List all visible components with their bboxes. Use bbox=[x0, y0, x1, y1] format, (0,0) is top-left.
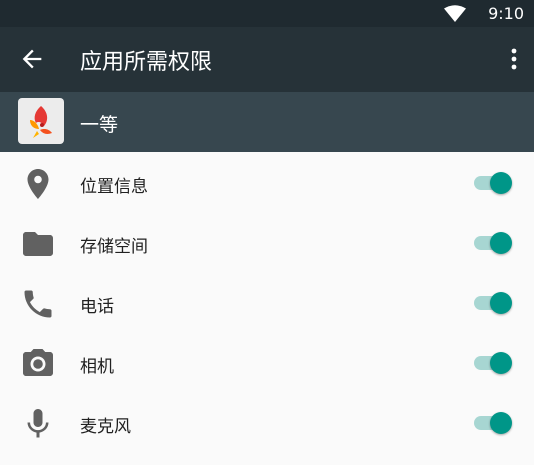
microphone-icon bbox=[27, 409, 49, 438]
app-header: 一等 bbox=[0, 92, 534, 152]
permission-item-phone[interactable]: 电话 bbox=[0, 272, 534, 332]
wifi-icon bbox=[444, 5, 466, 22]
permission-item-camera[interactable]: 相机 bbox=[0, 332, 534, 392]
storage-toggle[interactable] bbox=[474, 230, 514, 256]
location-icon bbox=[27, 169, 49, 199]
toggle-thumb bbox=[490, 232, 512, 254]
arrow-back-icon[interactable] bbox=[18, 45, 46, 73]
status-bar: 9:10 bbox=[0, 0, 534, 27]
toggle-thumb bbox=[490, 292, 512, 314]
phone-icon bbox=[24, 290, 52, 318]
location-toggle[interactable] bbox=[474, 170, 514, 196]
more-vert-icon[interactable] bbox=[510, 47, 518, 71]
folder-icon bbox=[23, 232, 53, 256]
permission-list: 位置信息 存储空间 电话 相机 麦克风 bbox=[0, 152, 534, 452]
status-time: 9:10 bbox=[488, 4, 524, 23]
toggle-thumb bbox=[490, 412, 512, 434]
phone-toggle[interactable] bbox=[474, 290, 514, 316]
page-title: 应用所需权限 bbox=[80, 50, 213, 75]
toggle-thumb bbox=[490, 172, 512, 194]
camera-icon bbox=[23, 349, 53, 376]
permission-label: 麦克风 bbox=[80, 417, 131, 437]
permission-item-storage[interactable]: 存储空间 bbox=[0, 212, 534, 272]
app-toolbar: 应用所需权限 bbox=[0, 27, 534, 92]
app-icon bbox=[18, 98, 64, 144]
permission-label: 电话 bbox=[80, 297, 114, 317]
permission-item-location[interactable]: 位置信息 bbox=[0, 152, 534, 212]
permission-label: 位置信息 bbox=[80, 177, 148, 197]
camera-toggle[interactable] bbox=[474, 350, 514, 376]
permission-label: 相机 bbox=[80, 357, 114, 377]
toggle-thumb bbox=[490, 352, 512, 374]
permission-item-microphone[interactable]: 麦克风 bbox=[0, 392, 534, 452]
app-name: 一等 bbox=[80, 114, 119, 136]
microphone-toggle[interactable] bbox=[474, 410, 514, 436]
permission-label: 存储空间 bbox=[80, 237, 148, 257]
